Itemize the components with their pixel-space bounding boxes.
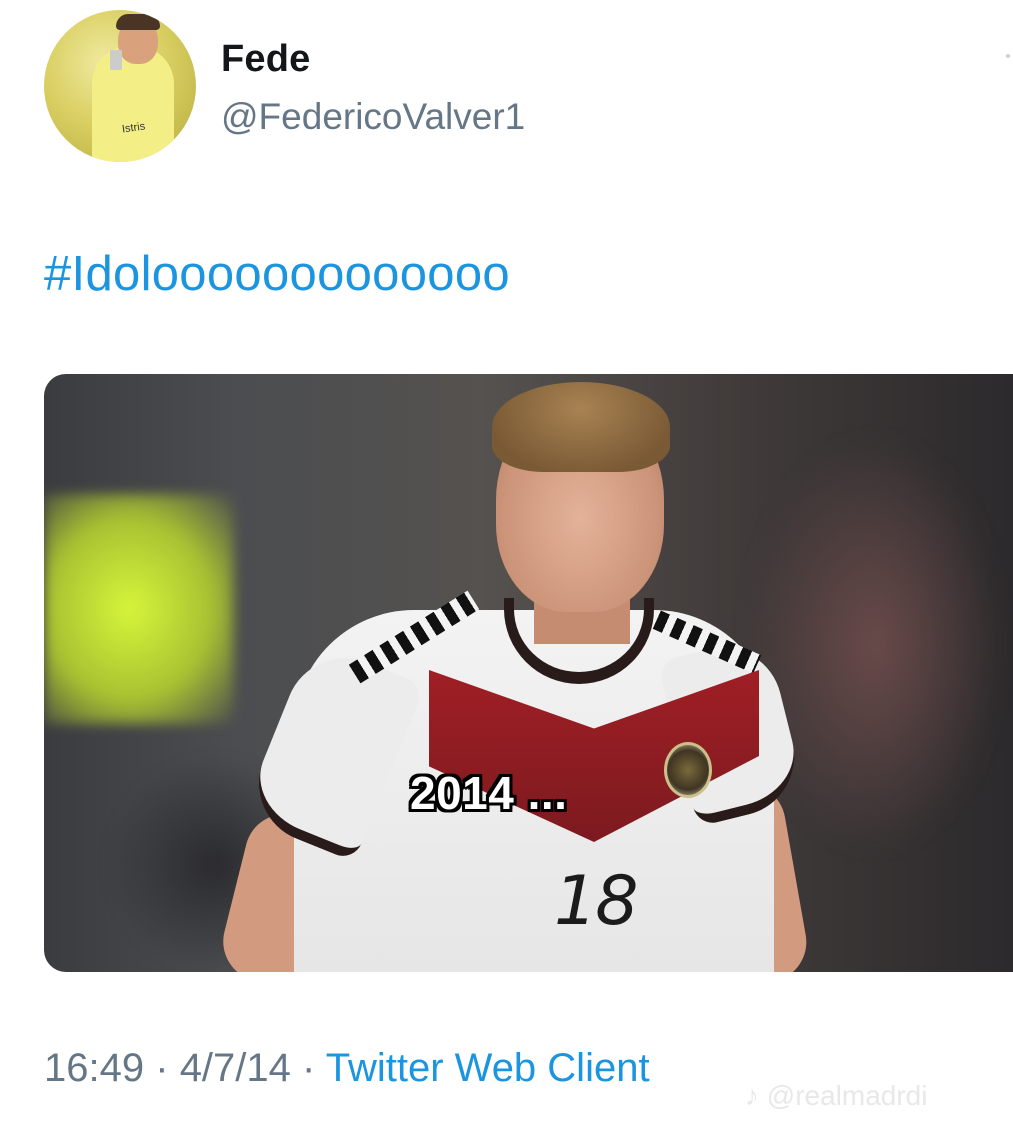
author-name[interactable]: Fede bbox=[221, 38, 311, 81]
separator: · bbox=[302, 1046, 316, 1090]
background-steward bbox=[44, 494, 234, 724]
avatar-hair bbox=[116, 14, 160, 30]
separator: · bbox=[155, 1046, 169, 1090]
tweet-client-link[interactable]: Twitter Web Client bbox=[326, 1046, 650, 1090]
jersey-number: 18 bbox=[554, 862, 639, 941]
avatar-phone bbox=[110, 50, 122, 70]
player-hair bbox=[492, 382, 670, 472]
tiktok-watermark: ♪ @realmadrdi bbox=[745, 1080, 928, 1111]
team-crest-icon bbox=[664, 742, 712, 798]
tweet-time[interactable]: 16:49 bbox=[44, 1046, 144, 1090]
avatar[interactable]: Istris bbox=[44, 10, 196, 162]
tweet-hashtag[interactable]: #Idolooooooooooooo bbox=[44, 246, 510, 302]
media-caption: 2014 ... bbox=[410, 767, 568, 819]
more-options-icon[interactable] bbox=[1006, 54, 1010, 58]
tweet-metadata: 16:49 · 4/7/14 · Twitter Web Client bbox=[44, 1046, 650, 1091]
author-handle[interactable]: @FedericoValver1 bbox=[221, 96, 525, 138]
tweet-media-image[interactable]: 18 2014 ... bbox=[44, 374, 1013, 972]
tweet-date[interactable]: 4/7/14 bbox=[180, 1046, 291, 1090]
